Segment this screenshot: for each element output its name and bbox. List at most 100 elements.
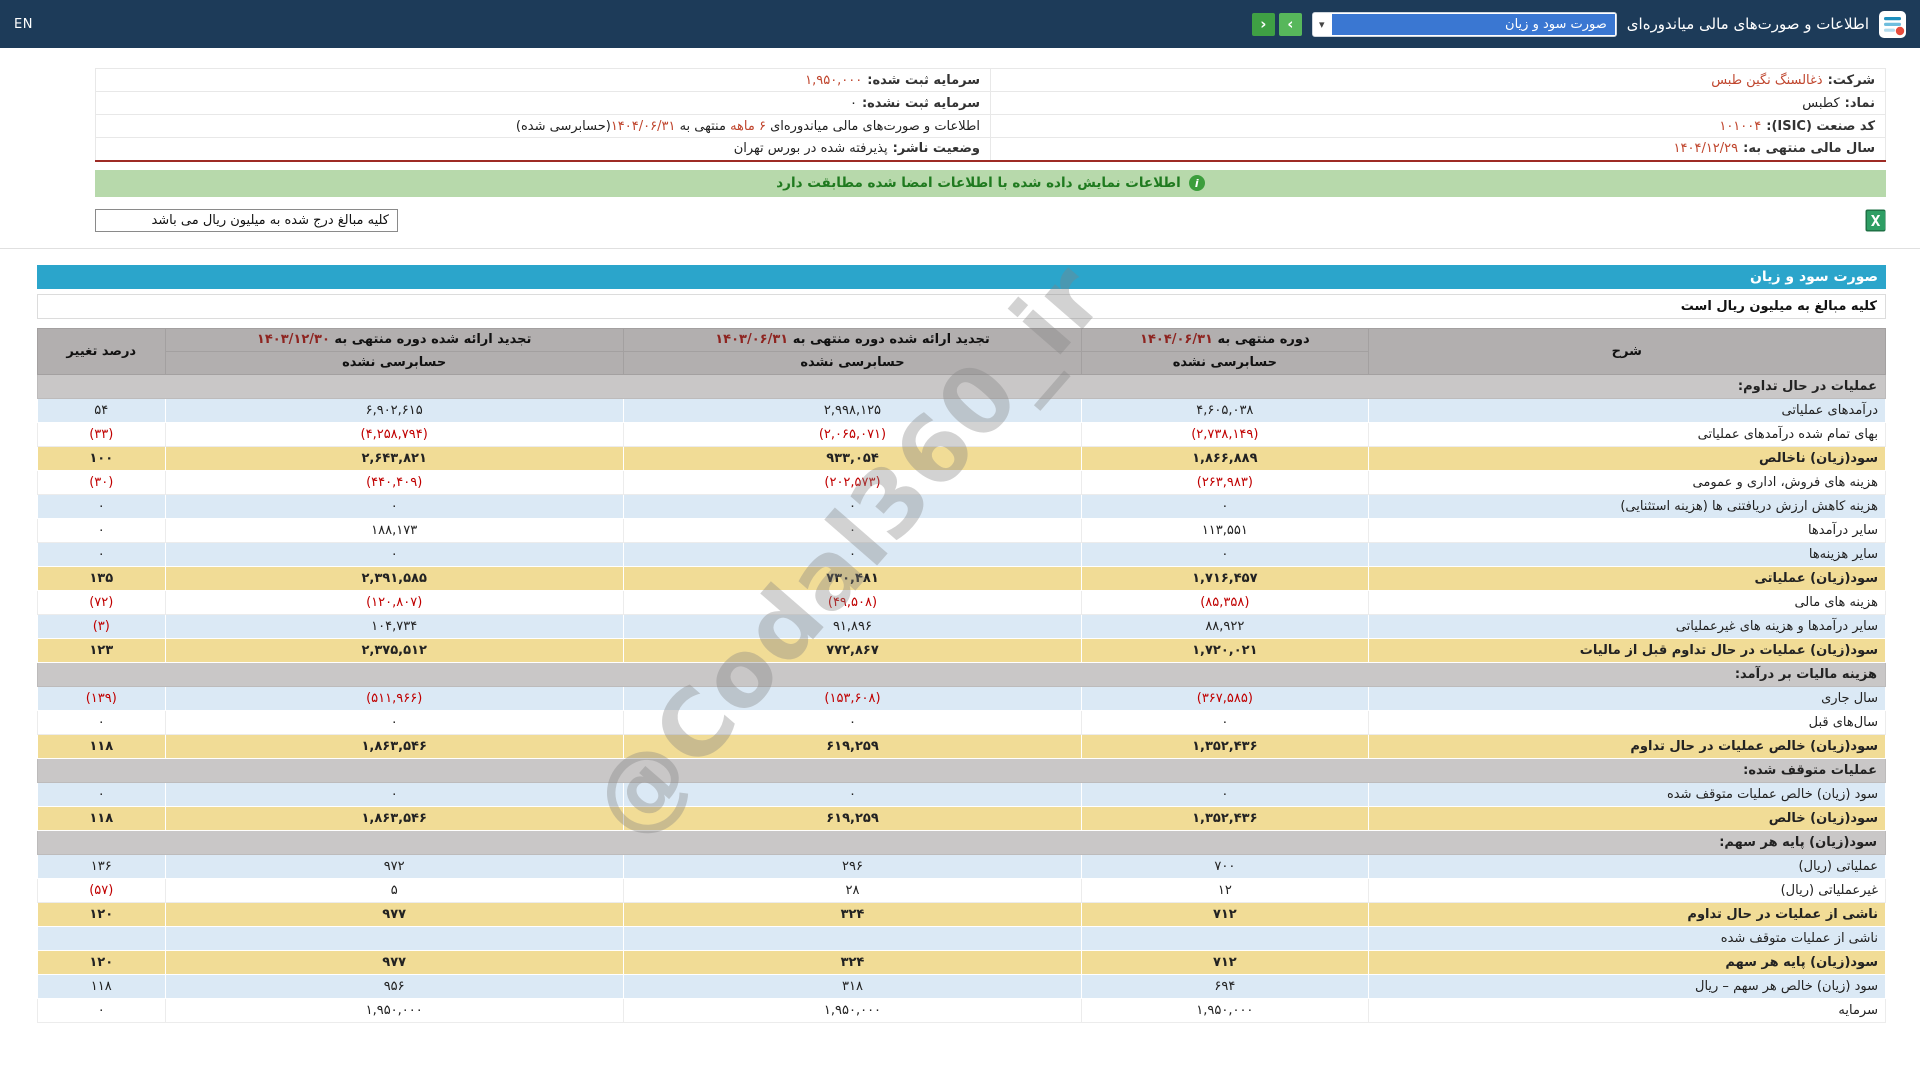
row-value-restated-mid: (۲,۰۶۵,۰۷۱) bbox=[622, 421, 1083, 447]
row-change-percent: ۰ bbox=[37, 541, 166, 567]
period-date: ۱۴۰۳/۰۶/۳۱ bbox=[715, 332, 789, 347]
period-prefix: تجدید ارائه شده دوره منتهی به bbox=[329, 332, 532, 347]
row-value-restated-mid: ۰ bbox=[622, 541, 1083, 567]
row-change-percent: ۰ bbox=[37, 493, 166, 519]
row-label: سایر درآمدها bbox=[1367, 517, 1887, 543]
row-value-current: ۱,۸۶۶,۸۸۹ bbox=[1081, 445, 1369, 471]
nav-previous-button[interactable]: ‹ bbox=[1251, 12, 1275, 36]
row-value-restated-annual: ۰ bbox=[164, 493, 624, 519]
row-value-restated-mid: ۰ bbox=[622, 493, 1083, 519]
statement-row: سود(زیان) عملیاتی ۱,۷۱۶,۴۵۷ ۷۳۰,۴۸۱ ۲,۳۹۱,۵… bbox=[37, 565, 1887, 591]
row-value-restated-mid: ۰ bbox=[622, 517, 1083, 543]
row-change-percent: ۵۴ bbox=[37, 397, 166, 423]
row-label: ناشی از عملیات در حال تداوم bbox=[1367, 901, 1887, 927]
row-value-restated-annual: (۴۴۰,۴۰۹) bbox=[164, 469, 624, 495]
row-value-restated-mid: ۰ bbox=[622, 709, 1083, 735]
row-value-current: (۸۵,۳۵۸) bbox=[1081, 589, 1369, 615]
row-value-restated-mid: (۴۹,۵۰۸) bbox=[622, 589, 1083, 615]
row-value-current: ۱,۷۲۰,۰۲۱ bbox=[1081, 637, 1369, 663]
row-label: هزینه های فروش، اداری و عمومی bbox=[1367, 469, 1887, 495]
row-value-current: ۰ bbox=[1081, 709, 1369, 735]
row-label: سود(زیان) ناخالص bbox=[1367, 445, 1887, 471]
row-value-current: ۰ bbox=[1081, 541, 1369, 567]
statement-panel: صورت سود و زیان کلیه مبالغ به میلیون ریا… bbox=[37, 243, 1887, 1023]
topbar: اطلاعات و صورت‌های مالی میاندوره‌ای صورت… bbox=[0, 0, 1920, 48]
row-value-restated-mid: ۰ bbox=[622, 781, 1083, 807]
statement-row: هزینه های مالی (۸۵,۳۵۸) (۴۹,۵۰۸) (۱۲۰,۸۰۷)(… bbox=[37, 589, 1887, 615]
row-label: سود(زیان) عملیات در حال تداوم قبل از مال… bbox=[1367, 637, 1887, 663]
period-prefix: دوره منتهی به bbox=[1213, 332, 1310, 347]
company-label: شرکت: bbox=[1827, 72, 1875, 88]
row-change-percent: (۳۰) bbox=[37, 469, 166, 495]
excel-export-icon[interactable] bbox=[1865, 209, 1886, 232]
row-value-restated-annual: ۲,۳۷۵,۵۱۲ bbox=[164, 637, 624, 663]
row-change-percent: ۰ bbox=[37, 781, 166, 807]
row-change-percent: ۱۱۸ bbox=[37, 973, 166, 999]
row-value-current: ۱,۷۱۶,۴۵۷ bbox=[1081, 565, 1369, 591]
row-value-restated-mid: ۲۸ bbox=[622, 877, 1083, 903]
row-value-restated-annual: ۱,۸۶۳,۵۴۶ bbox=[164, 805, 624, 831]
company-cell: شرکت:ذغالسنگ نگین طبس bbox=[990, 68, 1886, 92]
row-label: سود(زیان) خالص عملیات در حال تداوم bbox=[1367, 733, 1887, 759]
row-label: هزینه های مالی bbox=[1367, 589, 1887, 615]
nav-next-button[interactable]: › bbox=[1278, 12, 1302, 36]
row-value-restated-mid: ۳۲۴ bbox=[622, 949, 1083, 975]
row-value-current: (۲۶۳,۹۸۳) bbox=[1081, 469, 1369, 495]
row-label: سود(زیان) خالص bbox=[1367, 805, 1887, 831]
statement-row: سایر درآمدها ۱۱۳,۵۵۱ ۰ ۱۸۸,۱۷۳ ۰ bbox=[37, 517, 1887, 543]
unregistered-capital-cell: سرمایه ثبت نشده:۰ bbox=[95, 91, 991, 115]
report-type-selected-value: صورت سود و زیان bbox=[1331, 13, 1615, 35]
col-header-description: شرح bbox=[1367, 327, 1887, 375]
section-row: هزینه مالیات بر درآمد: bbox=[37, 661, 1886, 687]
row-value-current: ۰ bbox=[1081, 781, 1369, 807]
row-label: سایر درآمدها و هزینه های غیرعملیاتی bbox=[1367, 613, 1887, 639]
en-language-link[interactable]: EN bbox=[14, 17, 33, 32]
col-subheader-audit-current: حسابرسی نشده bbox=[1081, 350, 1369, 375]
row-change-percent: ۰ bbox=[37, 709, 166, 735]
statement-row: بهای تمام شده درآمدهای عملیاتی (۲,۷۳۸,۱۴۹… bbox=[37, 421, 1887, 447]
info-row: شرکت:ذغالسنگ نگین طبس سرمایه ثبت شده:۱,۹… bbox=[95, 68, 1886, 92]
row-change-percent: ۱۱۸ bbox=[37, 733, 166, 759]
row-change-percent: (۷۲) bbox=[37, 589, 166, 615]
section-title: سود(زیان) پایه هر سهم: bbox=[37, 829, 1886, 855]
row-value-current: (۳۶۷,۵۸۵) bbox=[1081, 685, 1369, 711]
signature-match-text: اطلاعات نمایش داده شده با اطلاعات امضا ش… bbox=[776, 175, 1181, 191]
row-value-restated-annual: ۵ bbox=[164, 877, 624, 903]
registered-capital-cell: سرمایه ثبت شده:۱,۹۵۰,۰۰۰ bbox=[95, 68, 991, 92]
statement-row: سود(زیان) خالص عملیات در حال تداوم ۱,۳۵۲,… bbox=[37, 733, 1887, 759]
income-statement-table: شرح دوره منتهی به ۱۴۰۴/۰۶/۳۱ تجدید ارائه… bbox=[37, 327, 1887, 1023]
row-value-restated-mid: ۷۳۰,۴۸۱ bbox=[622, 565, 1083, 591]
company-info-table: شرکت:ذغالسنگ نگین طبس سرمایه ثبت شده:۱,۹… bbox=[95, 68, 1886, 162]
row-value-restated-annual: ۹۷۷ bbox=[164, 949, 624, 975]
statement-row: سایر درآمدها و هزینه های غیرعملیاتی ۸۸,۹۲… bbox=[37, 613, 1887, 639]
row-label: سرمایه bbox=[1367, 997, 1887, 1023]
section-title: عملیات متوقف شده: bbox=[37, 757, 1886, 783]
row-value-current: ۸۸,۹۲۲ bbox=[1081, 613, 1369, 639]
section-divider bbox=[0, 247, 1920, 249]
income-statement-header: شرح دوره منتهی به ۱۴۰۴/۰۶/۳۱ تجدید ارائه… bbox=[37, 327, 1887, 375]
statement-row: ناشی از عملیات متوقف شده bbox=[37, 925, 1887, 951]
row-label: هزینه کاهش ارزش دریافتنی ها (هزینه استثن… bbox=[1367, 493, 1887, 519]
statement-row: سود(زیان) عملیات در حال تداوم قبل از مال… bbox=[37, 637, 1887, 663]
statement-row: هزینه کاهش ارزش دریافتنی ها (هزینه استثن… bbox=[37, 493, 1887, 519]
row-change-percent: ۱۲۰ bbox=[37, 901, 166, 927]
row-value-current: ۷۰۰ bbox=[1081, 853, 1369, 879]
row-change-percent: ۱۳۶ bbox=[37, 853, 166, 879]
row-change-percent: ۱۲۰ bbox=[37, 949, 166, 975]
report-audit-state: (حسابرسی شده) bbox=[515, 118, 611, 134]
statement-row: سود (زیان) خالص عملیات متوقف شده ۰ ۰ ۰ ۰ bbox=[37, 781, 1887, 807]
row-value-restated-mid: ۷۷۲,۸۶۷ bbox=[622, 637, 1083, 663]
codal-logo-icon[interactable] bbox=[1879, 10, 1906, 38]
report-type-select[interactable]: صورت سود و زیان ▾ bbox=[1311, 11, 1617, 37]
row-change-percent: ۱۱۸ bbox=[37, 805, 166, 831]
row-label: ناشی از عملیات متوقف شده bbox=[1367, 925, 1887, 951]
statement-row: هزینه های فروش، اداری و عمومی (۲۶۳,۹۸۳) (۲… bbox=[37, 469, 1887, 495]
signature-match-banner: i اطلاعات نمایش داده شده با اطلاعات امضا… bbox=[95, 169, 1886, 197]
row-value-current: ۱۲ bbox=[1081, 877, 1369, 903]
tools-row: کلیه مبالغ درج شده به میلیون ریال می باش… bbox=[95, 208, 1886, 232]
row-value-restated-mid: ۶۱۹,۲۵۹ bbox=[622, 733, 1083, 759]
row-change-percent: (۱۳۹) bbox=[37, 685, 166, 711]
chevron-down-icon: ▾ bbox=[1312, 12, 1331, 36]
row-value-restated-mid: ۹۳۳,۰۵۴ bbox=[622, 445, 1083, 471]
row-value-restated-annual: ۹۵۶ bbox=[164, 973, 624, 999]
